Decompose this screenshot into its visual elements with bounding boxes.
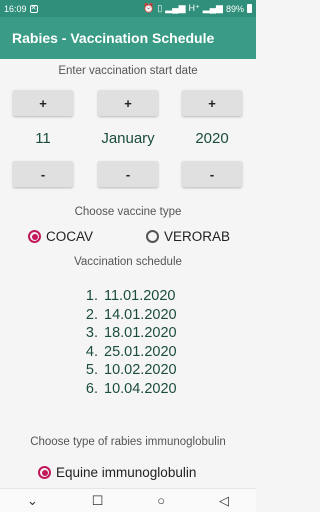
day-value: 11 — [35, 130, 51, 147]
schedule-item: 3. 18.01.2020 — [85, 325, 177, 341]
system-nav-bar: ⌄ ☐ ○ ◁ — [0, 488, 256, 512]
schedule-label: Vaccination schedule — [74, 256, 182, 268]
signal-icon-2: ▂▄▆ — [202, 3, 223, 13]
month-decrement-button[interactable]: - — [98, 161, 158, 187]
month-value: January — [101, 130, 155, 147]
vaccine-option-verorab[interactable]: VERORAB — [146, 229, 230, 244]
schedule-item: 2. 14.01.2020 — [85, 306, 177, 323]
chevron-down-icon[interactable]: ⌄ — [27, 493, 38, 509]
immunoglobulin-label: Choose type of rabies immunoglobulin — [30, 436, 226, 448]
app-notification-icon: ✕ — [29, 4, 38, 13]
day-increment-button[interactable]: + — [13, 90, 73, 116]
alarm-icon: ⏰ — [143, 3, 155, 13]
vaccine-option-label: COCAV — [46, 229, 94, 244]
radio-selected-icon — [28, 230, 41, 243]
schedule-item: 1. 11.01.2020 — [85, 288, 176, 304]
back-icon[interactable]: ◁ — [219, 493, 229, 509]
month-increment-button[interactable]: + — [98, 90, 158, 116]
schedule-item: 5. 10.02.2020 — [85, 362, 177, 378]
radio-selected-icon — [38, 466, 51, 479]
schedule-item: 4. 25.01.2020 — [85, 343, 177, 360]
vaccine-option-cocav[interactable]: COCAV — [28, 229, 93, 244]
battery-percent: 89% — [225, 3, 244, 14]
recents-icon[interactable]: ☐ — [92, 493, 104, 509]
app-bar: Rabies - Vaccination Schedule — [0, 17, 256, 59]
signal-icon: ▂▄▆ — [165, 3, 186, 13]
immunoglobulin-option-equine[interactable]: Equine immunoglobulin — [38, 465, 196, 480]
schedule-item: 6. 10.04.2020 — [85, 380, 177, 397]
radio-unselected-icon — [146, 230, 159, 243]
vaccine-option-label: VERORAB — [164, 229, 231, 244]
year-value: 2020 — [195, 130, 229, 147]
year-decrement-button[interactable]: - — [182, 161, 242, 187]
status-bar: 16:09 ✕ ⏰ ▯ ▂▄▆ H⁺ ▂▄▆ 89% — [0, 0, 256, 17]
year-increment-button[interactable]: + — [182, 90, 242, 116]
immunoglobulin-option-label: Equine immunoglobulin — [56, 465, 197, 480]
day-decrement-button[interactable]: - — [13, 161, 73, 187]
vibrate-icon: ▯ — [157, 3, 163, 13]
start-date-label: Enter vaccination start date — [58, 65, 198, 77]
schedule-list: 1. 11.01.2020 2. 14.01.2020 3. 18.01.2020 4… — [76, 287, 177, 398]
battery-icon — [247, 4, 252, 13]
app-title: Rabies - Vaccination Schedule — [12, 30, 215, 46]
home-icon[interactable]: ○ — [157, 493, 165, 508]
network-type: H⁺ — [188, 3, 200, 13]
status-time: 16:09 — [4, 3, 27, 14]
vaccine-type-label: Choose vaccine type — [74, 206, 182, 218]
